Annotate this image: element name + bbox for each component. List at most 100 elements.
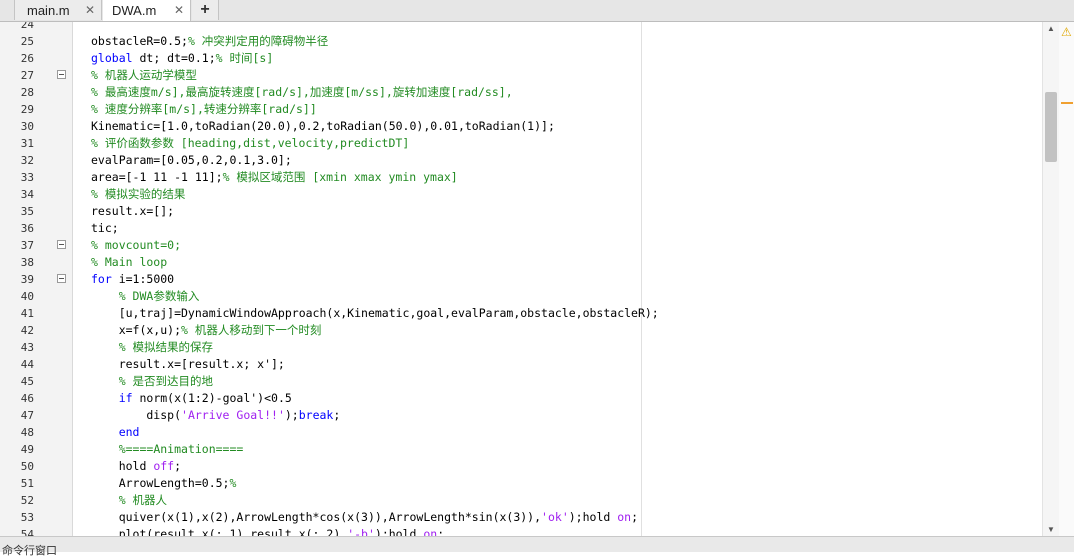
code-line[interactable]: 43 % 模拟结果的保存: [0, 339, 1040, 356]
code-line[interactable]: 33 area=[-1 11 -1 11];% 模拟区域范围 [xmin xmax…: [0, 169, 1040, 186]
command-window-label: 命令行窗口: [2, 545, 57, 557]
line-number: 36: [20, 222, 34, 235]
code-text: if norm(x(1:2)-goal')<0.5: [118, 391, 292, 405]
fold-toggle-icon[interactable]: [57, 274, 66, 283]
code-line[interactable]: 46 if norm(x(1:2)-goal')<0.5: [0, 390, 1040, 407]
line-number: 40: [20, 290, 34, 303]
code-line[interactable]: 47 disp('Arrive Goal!!');break;: [0, 407, 1040, 424]
code-text: obstacleR=0.5;% 冲突判定用的障碍物半径: [91, 34, 329, 48]
tab-main-m[interactable]: main.m ✕: [14, 0, 102, 20]
tab-dwa-m[interactable]: DWA.m ✕: [103, 0, 191, 21]
line-number: 44: [20, 358, 34, 371]
code-text: % 评价函数参数 [heading,dist,velocity,predictD…: [91, 136, 410, 150]
code-line[interactable]: 48 end: [0, 424, 1040, 441]
scrollbar-thumb[interactable]: [1045, 92, 1057, 162]
command-window-header[interactable]: 命令行窗口: [0, 536, 1074, 557]
tab-main-m-label: main.m: [27, 2, 70, 18]
code-text: % 机器人: [118, 493, 168, 507]
vertical-scrollbar[interactable]: ▲ ▼: [1042, 22, 1059, 536]
line-number: 24: [20, 22, 34, 31]
line-number: 32: [20, 154, 34, 167]
code-text: % 模拟实验的结果: [91, 187, 186, 201]
code-line[interactable]: 35 result.x=[];: [0, 203, 1040, 220]
code-line[interactable]: 28 % 最高速度m/s],最高旋转速度[rad/s],加速度[m/ss],旋转加…: [0, 84, 1040, 101]
code-line[interactable]: 27 % 机器人运动学模型: [0, 67, 1040, 84]
code-line[interactable]: 45 % 是否到达目的地: [0, 373, 1040, 390]
code-line[interactable]: 30 Kinematic=[1.0,toRadian(20.0),0.2,toRa…: [0, 118, 1040, 135]
code-line[interactable]: 41 [u,traj]=DynamicWindowApproach(x,Kine…: [0, 305, 1040, 322]
fold-toggle-icon[interactable]: [57, 240, 66, 249]
code-line[interactable]: 34 % 模拟实验的结果: [0, 186, 1040, 203]
message-bar: ⚠: [1059, 22, 1074, 536]
code-text: result.x=[];: [91, 204, 175, 218]
code-text: area=[-1 11 -1 11];% 模拟区域范围 [xmin xmax y…: [91, 170, 458, 184]
line-number: 45: [20, 375, 34, 388]
line-number: 41: [20, 307, 34, 320]
scroll-up-icon[interactable]: ▲: [1047, 24, 1055, 33]
line-number: 49: [20, 443, 34, 456]
fold-toggle-icon[interactable]: [57, 70, 66, 79]
line-number: 52: [20, 494, 34, 507]
line-number: 35: [20, 205, 34, 218]
editor-tab-bar: main.m ✕ DWA.m ✕ +: [0, 0, 1074, 22]
code-line[interactable]: 39 for i=1:5000: [0, 271, 1040, 288]
warning-marker[interactable]: [1061, 102, 1073, 104]
line-number: 54: [20, 528, 34, 536]
close-icon[interactable]: ✕: [85, 3, 95, 17]
code-line[interactable]: 37 % movcount=0;: [0, 237, 1040, 254]
code-line[interactable]: 31 % 评价函数参数 [heading,dist,velocity,predic…: [0, 135, 1040, 152]
code-line[interactable]: 42 x=f(x,u);% 机器人移动到下一个时刻: [0, 322, 1040, 339]
code-text: % DWA参数输入: [118, 289, 200, 303]
code-text: plot(result.x(:,1),result.x(:,2),'-b');h…: [91, 527, 445, 536]
code-text: end: [118, 425, 140, 439]
code-line[interactable]: 26 global dt; dt=0.1;% 时间[s]: [0, 50, 1040, 67]
line-number: 38: [20, 256, 34, 269]
code-line[interactable]: 32 evalParam=[0.05,0.2,0.1,3.0];: [0, 152, 1040, 169]
code-editor[interactable]: 24 25 obstacleR=0.5;% 冲突判定用的障碍物半径 26 global …: [0, 22, 1074, 536]
line-number: 33: [20, 171, 34, 184]
code-line[interactable]: 44 result.x=[result.x; x'];: [0, 356, 1040, 373]
line-number: 30: [20, 120, 34, 133]
line-number: 50: [20, 460, 34, 473]
code-text: %====Animation====: [118, 442, 244, 456]
code-line[interactable]: 29 % 速度分辨率[m/s],转速分辨率[rad/s]]: [0, 101, 1040, 118]
code-line[interactable]: 25 obstacleR=0.5;% 冲突判定用的障碍物半径: [0, 33, 1040, 50]
tab-dwa-m-label: DWA.m: [112, 3, 157, 18]
line-number: 27: [20, 69, 34, 82]
code-line[interactable]: 24: [0, 22, 1040, 33]
code-line[interactable]: 54 plot(result.x(:,1),result.x(:,2),'-b'…: [0, 526, 1040, 536]
code-text: % movcount=0;: [91, 238, 182, 252]
code-text: hold off;: [91, 459, 182, 473]
code-text: result.x=[result.x; x'];: [91, 357, 285, 371]
line-number: 51: [20, 477, 34, 490]
code-text: Kinematic=[1.0,toRadian(20.0),0.2,toRadi…: [91, 119, 555, 133]
code-line[interactable]: 40 % DWA参数输入: [0, 288, 1040, 305]
scroll-down-icon[interactable]: ▼: [1047, 525, 1055, 534]
code-text: ArrowLength=0.5;%: [91, 476, 237, 490]
line-number: 43: [20, 341, 34, 354]
line-number: 29: [20, 103, 34, 116]
code-text: % 速度分辨率[m/s],转速分辨率[rad/s]]: [91, 102, 317, 116]
code-text: evalParam=[0.05,0.2,0.1,3.0];: [91, 153, 292, 167]
code-line[interactable]: 52 % 机器人: [0, 492, 1040, 509]
line-number: 28: [20, 86, 34, 99]
close-icon[interactable]: ✕: [174, 3, 184, 17]
code-line[interactable]: 53 quiver(x(1),x(2),ArrowLength*cos(x(3)…: [0, 509, 1040, 526]
code-text: for i=1:5000: [91, 272, 175, 286]
code-line[interactable]: 36 tic;: [0, 220, 1040, 237]
code-text: % 模拟结果的保存: [118, 340, 214, 354]
code-text: % 是否到达目的地: [118, 374, 214, 388]
add-tab-button[interactable]: +: [192, 0, 219, 20]
code-text: x=f(x,u);% 机器人移动到下一个时刻: [91, 323, 322, 337]
code-line[interactable]: 51 ArrowLength=0.5;%: [0, 475, 1040, 492]
code-line[interactable]: 49 %====Animation====: [0, 441, 1040, 458]
line-number: 39: [20, 273, 34, 286]
line-number: 47: [20, 409, 34, 422]
code-line[interactable]: 38 % Main loop: [0, 254, 1040, 271]
line-number: 46: [20, 392, 34, 405]
code-text: [u,traj]=DynamicWindowApproach(x,Kinemat…: [91, 306, 659, 320]
code-text: global dt; dt=0.1;% 时间[s]: [91, 51, 274, 65]
code-text: % 机器人运动学模型: [91, 68, 197, 82]
warning-icon[interactable]: ⚠: [1061, 25, 1072, 39]
code-line[interactable]: 50 hold off;: [0, 458, 1040, 475]
